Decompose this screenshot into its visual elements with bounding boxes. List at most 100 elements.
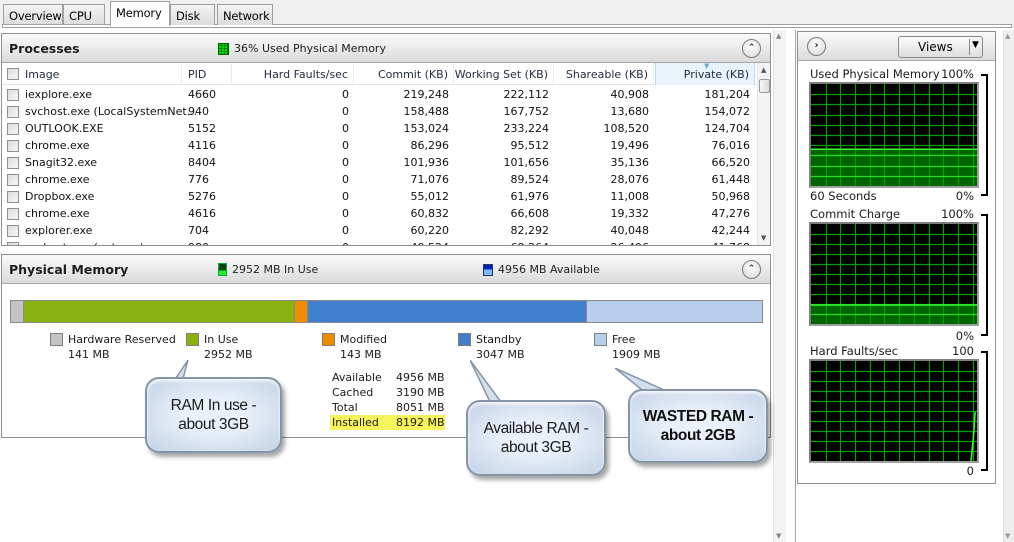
scroll-up-icon[interactable]: ▲ (761, 66, 766, 74)
main-scroll-down-icon[interactable]: ▼ (776, 532, 781, 540)
column-pid[interactable]: PID (182, 63, 232, 85)
graph-footer: 60 Seconds (810, 189, 877, 203)
in-use-meter-icon (218, 263, 227, 276)
right-scroll-up-icon[interactable]: ▲ (1005, 32, 1010, 40)
tab-network[interactable]: Network (217, 4, 273, 25)
table-row[interactable]: svchost.exe (LocalSystemNet... 940 0 158,48… (2, 103, 762, 120)
row-checkbox[interactable] (7, 157, 19, 169)
tab-memory[interactable]: Memory (110, 1, 170, 26)
table-row[interactable]: iexplore.exe 4660 0 219,248 222,112 40,908 181… (2, 86, 762, 103)
table-body: iexplore.exe 4660 0 219,248 222,112 40,908 181… (2, 85, 770, 245)
cell-commit: 60,220 (410, 224, 450, 237)
right-scrollbar[interactable]: ▲ ▼ (1003, 30, 1014, 542)
graph-svg (811, 84, 977, 186)
select-all-checkbox[interactable] (7, 68, 19, 80)
table-row[interactable]: Snagit32.exe 8404 0 101,936 101,656 35,136 66,… (2, 154, 762, 171)
graph-used-physical-memory: Used Physical Memory 100% 60 Seconds 0% (808, 67, 988, 207)
column-shareable[interactable]: Shareable (KB) (554, 63, 654, 85)
cell-commit: 49,524 (354, 241, 454, 245)
used-memory-indicator: 36% Used Physical Memory (218, 42, 386, 55)
collapse-physical-memory-button[interactable]: ⌃ (742, 260, 761, 279)
tab-cpu[interactable]: CPU (63, 4, 105, 25)
graph-scale-bracket (981, 214, 988, 336)
cell-private: 61,448 (711, 173, 751, 186)
scroll-down-icon[interactable]: ▼ (761, 234, 766, 242)
row-checkbox[interactable] (7, 174, 19, 186)
main-scrollbar[interactable]: ▲ ▼ (773, 30, 786, 542)
memory-segment-hardware-reserved (11, 301, 24, 322)
row-checkbox[interactable] (7, 191, 19, 203)
collapse-processes-button[interactable]: ⌃ (742, 39, 761, 58)
table-row[interactable]: chrome.exe 4116 0 86,296 95,512 19,496 76,016 (2, 137, 762, 154)
cell-commit: 101,936 (403, 156, 450, 169)
expand-button[interactable]: › (807, 37, 826, 56)
callout-wasted-ram-text: WASTED RAM - about 2GB (642, 408, 754, 444)
graph-scale-bracket (981, 351, 988, 471)
processes-header[interactable]: Processes 36% Used Physical Memory ⌃ (2, 34, 770, 63)
processes-table: Image PID Hard Faults/sec Commit (KB) Wo… (2, 62, 770, 245)
stat-cached: Cached 3190 MB (332, 386, 445, 399)
cell-hard-faults: 0 (342, 139, 349, 152)
cell-working-set: 61,976 (510, 190, 550, 203)
graph-title: Commit Charge (810, 207, 901, 221)
legend-swatch (50, 333, 63, 346)
row-checkbox[interactable] (7, 123, 19, 135)
table-row[interactable]: chrome.exe 776 0 71,076 89,524 28,076 61,448 (2, 171, 762, 188)
column-image[interactable]: Image (24, 63, 182, 85)
tab-disk[interactable]: Disk (170, 4, 215, 25)
cell-hard-faults: 0 (342, 122, 349, 135)
cell-hard-faults: 0 (342, 224, 349, 237)
cell-pid: 8404 (188, 156, 216, 169)
table-row[interactable]: Dropbox.exe 5276 0 55,012 61,976 11,008 50,968 (2, 188, 762, 205)
main-scroll-up-icon[interactable]: ▲ (776, 32, 781, 40)
cell-shareable: 108,520 (603, 122, 650, 135)
table-row[interactable]: explorer.exe 704 0 60,220 82,292 40,048 42,244 (2, 222, 762, 239)
graph-max-label: 100% (941, 67, 974, 81)
column-commit[interactable]: Commit (KB) (354, 63, 454, 85)
processes-section: Processes 36% Used Physical Memory ⌃ Ima… (1, 33, 771, 246)
cell-image: svchost.exe (LocalSystemNet... (25, 105, 198, 118)
cell-hard-faults: 0 (232, 241, 354, 245)
column-working-set[interactable]: Working Set (KB) (454, 63, 554, 85)
in-use-indicator: 2952 MB In Use (218, 263, 318, 276)
cell-pid: 5152 (188, 122, 216, 135)
cell-commit: 158,488 (403, 105, 450, 118)
graph-max-label: 100% (941, 207, 974, 221)
graph-svg (811, 361, 977, 461)
tab-overview[interactable]: Overview (3, 4, 63, 25)
views-dropdown-button[interactable]: Views ▼ (898, 36, 983, 58)
right-scroll-down-icon[interactable]: ▼ (1005, 532, 1010, 540)
row-checkbox[interactable] (7, 225, 19, 237)
row-checkbox[interactable] (7, 208, 19, 220)
cell-hard-faults: 0 (342, 88, 349, 101)
graphs-panel: › Views ▼ Used Physical Memory 100% 60 S… (797, 31, 996, 484)
cell-image: explorer.exe (25, 224, 93, 237)
row-checkbox[interactable] (7, 242, 19, 245)
table-row[interactable]: OUTLOOK.EXE 5152 0 153,024 233,224 108,520 124… (2, 120, 762, 137)
row-checkbox[interactable] (7, 89, 19, 101)
table-row[interactable]: svchost.exe (netsvcs)980049,52468,26426,… (2, 239, 762, 245)
cell-shareable: 40,048 (610, 224, 650, 237)
graph-plot (809, 82, 979, 188)
cell-commit: 60,832 (410, 207, 450, 220)
row-checkbox[interactable] (7, 106, 19, 118)
sort-descending-icon: ▼ (704, 62, 710, 70)
cell-image: chrome.exe (25, 139, 90, 152)
memory-stats: Available 4956 MB Cached 3190 MB Total 8051… (330, 370, 445, 430)
green-meter-icon (218, 42, 229, 55)
memory-usage-bar (10, 300, 763, 323)
physical-memory-header[interactable]: Physical Memory 2952 MB In Use 4956 MB A… (2, 255, 770, 284)
memory-segment-in-use (23, 301, 295, 322)
memory-segment-modified (294, 301, 308, 322)
cell-hard-faults: 0 (342, 156, 349, 169)
column-private[interactable]: ▼ Private (KB) (655, 62, 755, 85)
used-memory-text: 36% Used Physical Memory (234, 42, 386, 55)
cell-pid: 776 (188, 173, 209, 186)
column-hard-faults[interactable]: Hard Faults/sec (232, 63, 354, 85)
legend-label: Hardware Reserved (68, 333, 176, 346)
table-row[interactable]: chrome.exe 4616 0 60,832 66,608 19,332 47,276 (2, 205, 762, 222)
scroll-thumb[interactable] (759, 79, 770, 93)
row-checkbox[interactable] (7, 140, 19, 152)
table-scrollbar[interactable]: ▲ ▼ (757, 63, 770, 245)
cell-image: svchost.exe (netsvcs) (24, 241, 182, 245)
